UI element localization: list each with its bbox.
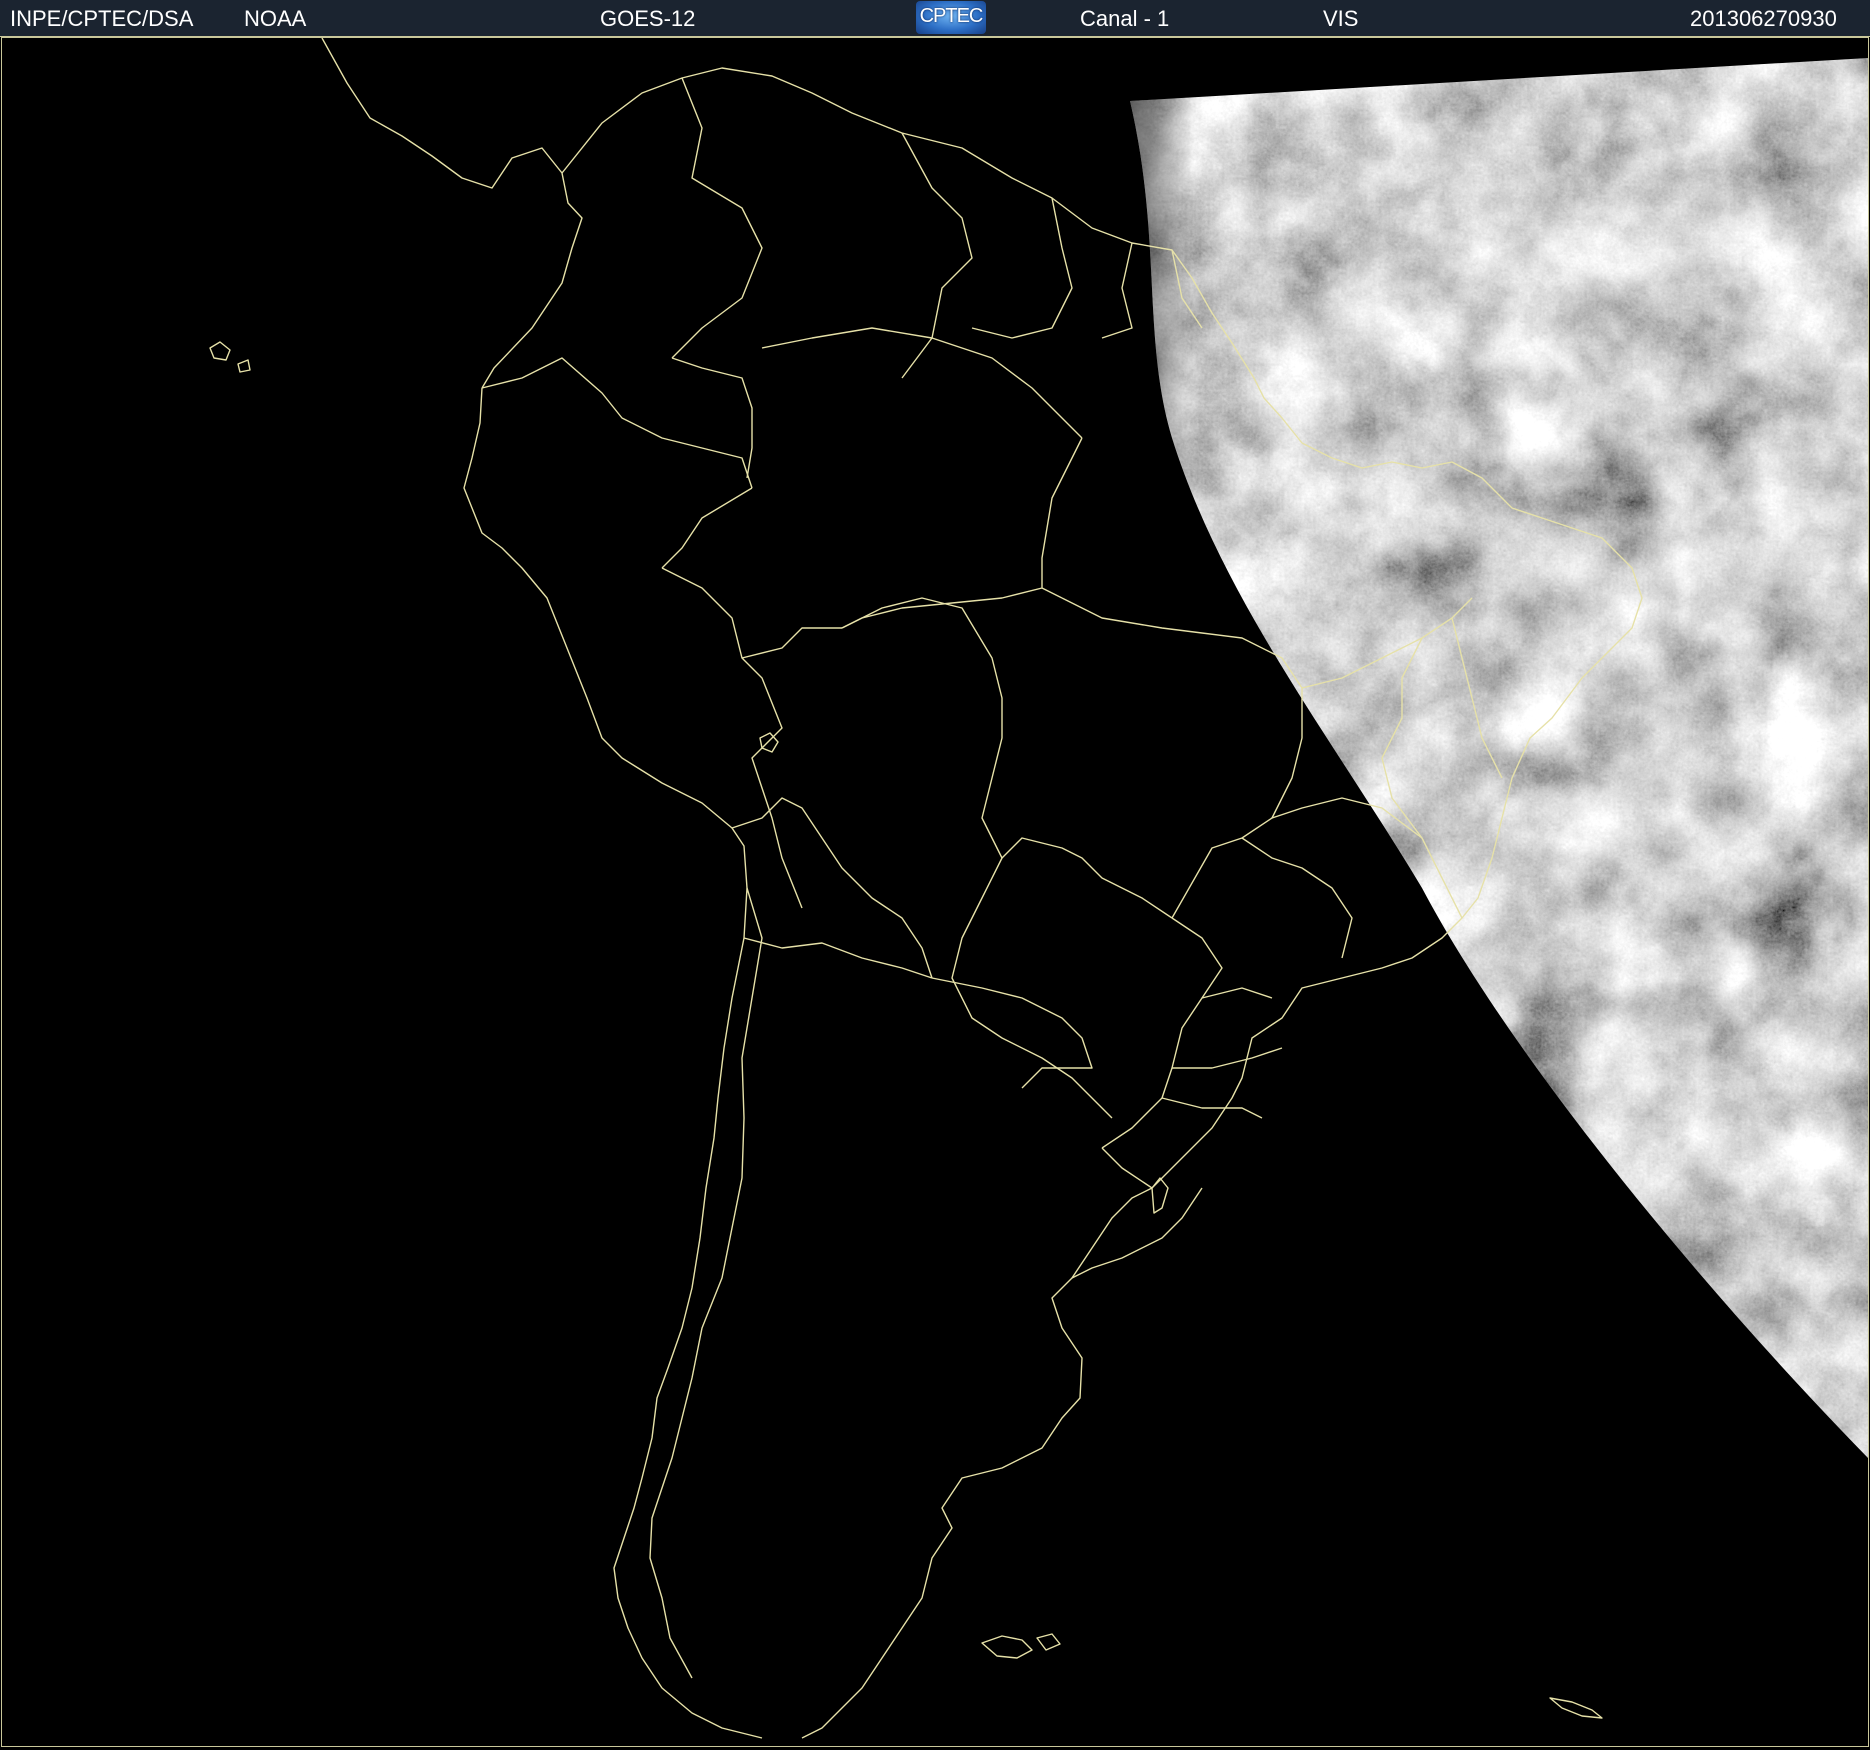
- peru-bolivia-chile: [731, 797, 933, 979]
- southern-brazil: [1161, 987, 1283, 1119]
- argentina-chile: [649, 887, 763, 1679]
- channel-label: Canal - 1: [1080, 6, 1170, 31]
- argentina-bolivia-chile: [743, 937, 933, 979]
- venezuela-guyana: [901, 132, 973, 379]
- galapagos: [209, 341, 251, 373]
- cloud-field: [1130, 58, 1868, 1458]
- lake-titicaca: [759, 732, 779, 753]
- institution-label: INPE/CPTEC/DSA: [10, 6, 194, 31]
- brazil-peru-bolivia: [661, 567, 842, 909]
- satellite-label: GOES-12: [600, 6, 696, 31]
- paraguay-borders: [951, 857, 1113, 1119]
- amazon-states: [761, 327, 1083, 629]
- south-georgia: [1549, 1697, 1603, 1719]
- satellite-image: [1, 37, 1869, 1747]
- band-label: VIS: [1323, 6, 1359, 31]
- map-svg: [209, 38, 1868, 1739]
- cptec-logo-text: CPTEC: [919, 5, 984, 27]
- bolivia-brazil: [841, 597, 1173, 919]
- mato-grosso-goias: [1101, 917, 1223, 1149]
- pacific-coast: [463, 387, 763, 1739]
- brazil-central: [1061, 597, 1303, 919]
- header-bar: INPE/CPTEC/DSA NOAA GOES-12 CPTEC Canal …: [0, 0, 1870, 37]
- timestamp-label: 201306270930: [1690, 6, 1837, 31]
- colombia-peru-brazil: [661, 357, 753, 569]
- lagoa-dos-patos: [1151, 1177, 1169, 1214]
- central-america-coast: [321, 38, 583, 389]
- uruguay: [1071, 1147, 1203, 1279]
- paraguay-argentina: [931, 977, 1093, 1089]
- cptec-logo: CPTEC: [916, 1, 986, 34]
- agency-label: NOAA: [244, 6, 307, 31]
- ecuador-peru: [481, 357, 753, 489]
- falklands: [981, 1633, 1061, 1659]
- colombia-venezuela: [671, 77, 763, 359]
